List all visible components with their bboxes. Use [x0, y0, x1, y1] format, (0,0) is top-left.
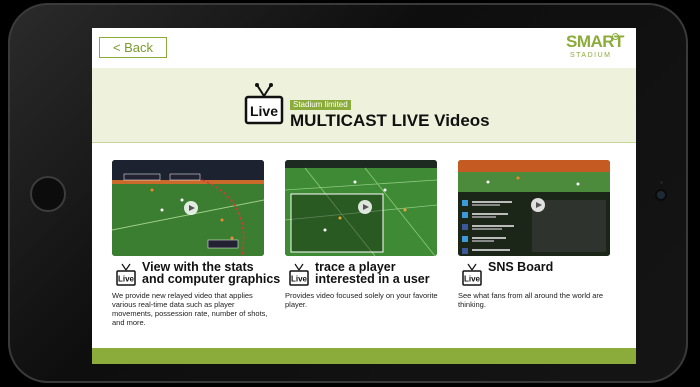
- video-thumbnail-sns[interactable]: [458, 160, 610, 256]
- card-title-line2: and computer graphics: [142, 272, 281, 286]
- live-tv-label: Live: [291, 275, 308, 284]
- live-tv-label: Live: [118, 275, 135, 284]
- soccer-ball-icon: [612, 33, 619, 40]
- footer-bar: [92, 348, 636, 364]
- home-button[interactable]: [30, 176, 66, 212]
- play-icon[interactable]: [531, 198, 545, 212]
- live-tv-icon: Live: [289, 263, 309, 286]
- live-tv-icon: Live: [116, 263, 136, 286]
- card-description: We provide new relayed video that applie…: [112, 291, 268, 327]
- sensor-dot: [660, 181, 663, 184]
- stadium-limited-badge: Stadium limited: [290, 100, 351, 110]
- page-banner: Live Stadium limited MULTICAST LIVE Vide…: [92, 68, 636, 143]
- video-thumbnail-stats[interactable]: [112, 160, 264, 256]
- card-title-line2: interested in a user: [315, 272, 430, 286]
- app-screen: < Back SMART STADIUM Live Stadium limite…: [92, 28, 636, 364]
- live-tv-icon: Live: [244, 83, 284, 125]
- header: < Back SMART STADIUM: [92, 28, 636, 68]
- card-description: See what fans from all around the world …: [458, 291, 604, 309]
- live-tv-icon: Live: [462, 263, 482, 286]
- live-tv-label: Live: [464, 275, 481, 284]
- card-title: SNS Board: [488, 260, 636, 274]
- logo-sub-text: STADIUM: [570, 52, 612, 59]
- live-tv-label: Live: [250, 103, 278, 119]
- play-icon[interactable]: [184, 201, 198, 215]
- smart-stadium-logo: SMART STADIUM: [566, 32, 624, 63]
- card-description: Provides video focused solely on your fa…: [285, 291, 438, 309]
- play-icon[interactable]: [358, 200, 372, 214]
- card-title: trace a player interested in a user: [315, 261, 465, 286]
- card-title: View with the stats and computer graphic…: [142, 261, 292, 286]
- card-title-line1: SNS Board: [488, 260, 554, 274]
- back-button[interactable]: < Back: [99, 37, 167, 58]
- video-thumbnail-trace[interactable]: [285, 160, 437, 256]
- page-title: MULTICAST LIVE Videos: [290, 111, 490, 130]
- camera-icon: [657, 191, 665, 199]
